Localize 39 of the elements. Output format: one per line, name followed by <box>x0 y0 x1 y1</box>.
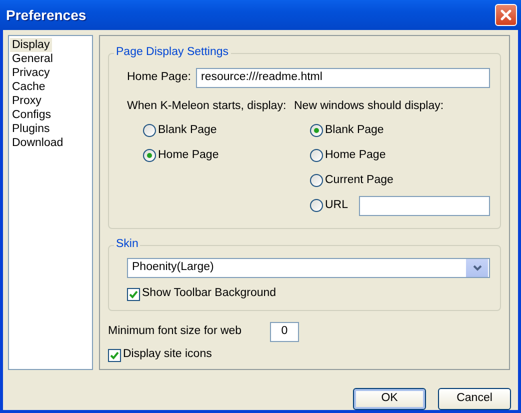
option-label: Blank Page <box>325 124 384 138</box>
option-label: Current Page <box>325 174 394 188</box>
column-label: When K-Meleon starts, display: <box>127 100 288 114</box>
close-button[interactable] <box>495 4 517 26</box>
window-title: Preferences <box>6 6 86 24</box>
sidebar-item[interactable]: Privacy <box>10 66 52 80</box>
option-label: Home Page <box>325 148 386 163</box>
ok-button[interactable]: OK <box>353 388 426 410</box>
checkbox-label: Show Toolbar Background <box>142 287 276 301</box>
checkbox-label: Display site icons <box>123 348 212 362</box>
radio-button[interactable] <box>310 199 323 212</box>
sidebar-item[interactable]: Download <box>10 136 66 150</box>
radio-button[interactable] <box>310 149 323 162</box>
url-field[interactable] <box>359 196 490 216</box>
sidebar-item[interactable]: General <box>10 52 55 66</box>
checkbox[interactable] <box>108 348 121 362</box>
checkbox[interactable] <box>127 288 140 300</box>
cancel-button[interactable]: Cancel <box>438 388 511 410</box>
option-label: Home Page <box>158 148 219 163</box>
radio-button[interactable] <box>143 124 156 138</box>
sidebar-item[interactable]: Display <box>10 38 52 52</box>
sidebar-item[interactable]: Cache <box>10 80 48 94</box>
radio-button[interactable] <box>143 149 156 162</box>
skin-dropdown[interactable]: Phoenity(Large) <box>127 258 490 278</box>
column-label: New windows should display: <box>294 100 445 114</box>
close-icon <box>500 9 512 21</box>
sidebar-item[interactable]: Proxy <box>10 94 44 108</box>
group-title: Page Display Settings <box>114 46 231 60</box>
option-label: Blank Page <box>158 124 217 138</box>
sidebar-item[interactable]: Configs <box>10 108 53 122</box>
radio-button[interactable] <box>310 124 323 138</box>
sidebar-item[interactable]: Plugins <box>10 122 52 136</box>
option-label: URL <box>325 198 348 213</box>
home-page-field[interactable]: resource:///readme.html <box>196 68 490 88</box>
field-label: Minimum font size for web <box>108 325 243 339</box>
font-size-field[interactable]: 0 <box>270 322 299 342</box>
field-label: Home Page: <box>127 71 192 85</box>
radio-button[interactable] <box>310 174 323 188</box>
dropdown-value: Phoenity(Large) <box>132 261 215 275</box>
